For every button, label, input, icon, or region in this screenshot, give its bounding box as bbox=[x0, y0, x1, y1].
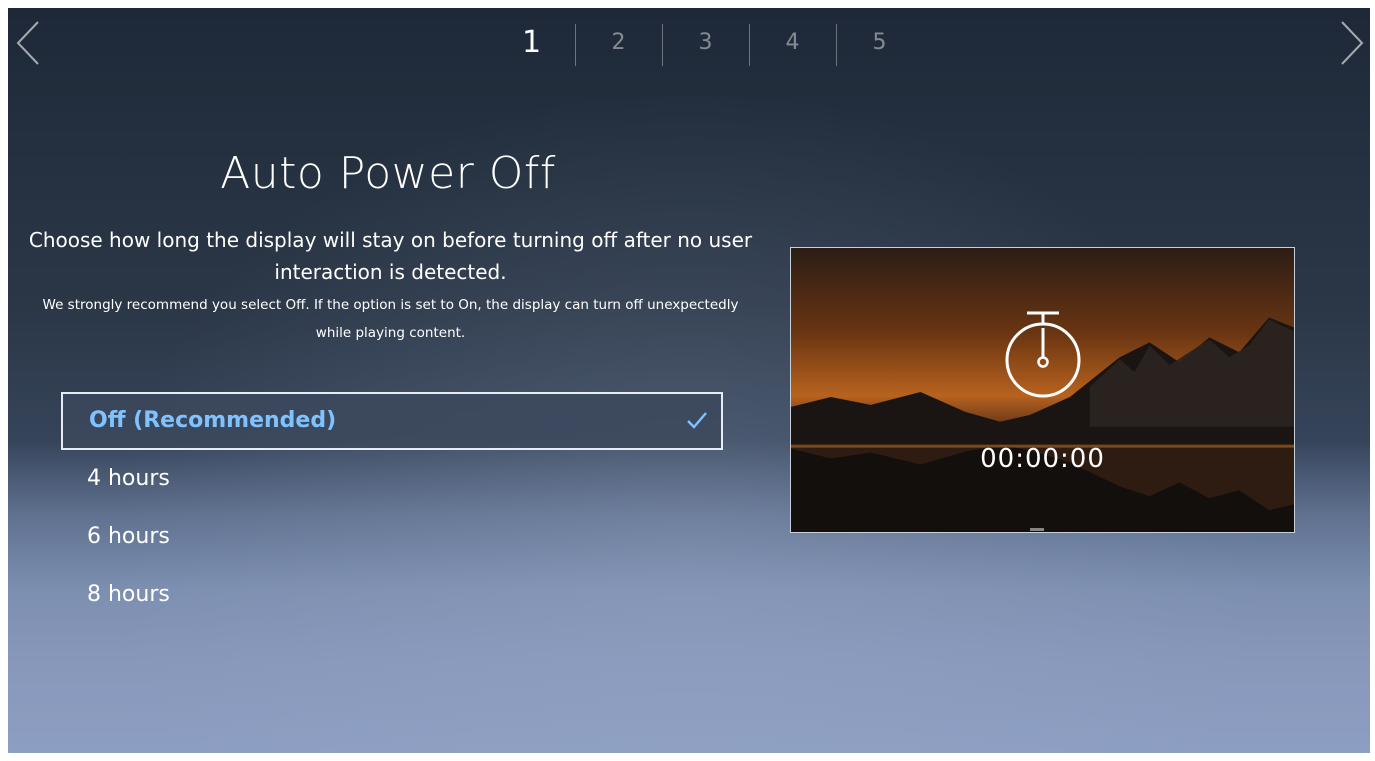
option-8-hours[interactable]: 8 hours bbox=[61, 566, 723, 624]
step-indicator: 1 2 3 4 5 bbox=[488, 22, 923, 66]
timer-readout: 00:00:00 bbox=[980, 444, 1105, 474]
step-1[interactable]: 1 bbox=[488, 25, 575, 60]
chevron-right-icon bbox=[1341, 21, 1364, 65]
option-off-recommended[interactable]: Off (Recommended) bbox=[61, 392, 723, 450]
option-label: Off (Recommended) bbox=[89, 408, 337, 433]
page-description: Choose how long the display will stay on… bbox=[28, 228, 753, 284]
step-2[interactable]: 2 bbox=[575, 23, 662, 66]
previous-page-button[interactable] bbox=[10, 18, 44, 68]
option-label: 4 hours bbox=[87, 466, 170, 491]
step-4[interactable]: 4 bbox=[749, 23, 836, 66]
recommendation-note: We strongly recommend you select Off. If… bbox=[42, 297, 739, 341]
setup-screen: 1 2 3 4 5 Auto Power Off Choose how long… bbox=[8, 8, 1370, 753]
option-label: 8 hours bbox=[87, 582, 170, 607]
option-label: 6 hours bbox=[87, 524, 170, 549]
auto-power-off-options: Off (Recommended) 4 hours 6 hours 8 hour… bbox=[61, 392, 723, 624]
checkmark-icon bbox=[687, 412, 707, 429]
next-page-button[interactable] bbox=[1336, 18, 1370, 68]
option-6-hours[interactable]: 6 hours bbox=[61, 508, 723, 566]
option-4-hours[interactable]: 4 hours bbox=[61, 450, 723, 508]
preview-display: 00:00:00 bbox=[790, 247, 1295, 533]
page-title: Auto Power Off bbox=[220, 148, 556, 199]
step-3[interactable]: 3 bbox=[662, 23, 749, 66]
timer-icon bbox=[1005, 311, 1081, 398]
chevron-left-icon bbox=[16, 21, 39, 65]
step-5[interactable]: 5 bbox=[836, 23, 923, 66]
